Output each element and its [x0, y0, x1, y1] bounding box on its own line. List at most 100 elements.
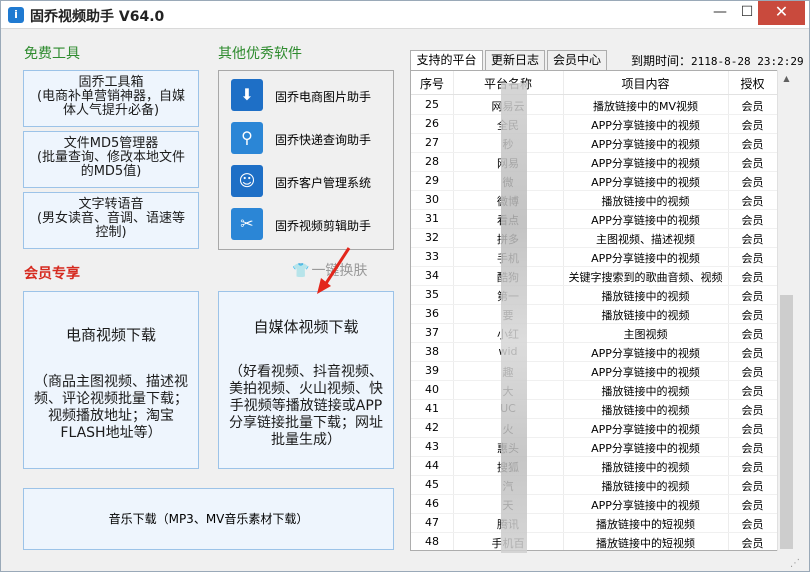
vip-heading: 会员专享: [24, 266, 80, 282]
toolbox-desc-line1: (电商补单营销神器，自媒: [36, 89, 186, 104]
cell-content: 关键字搜索到的歌曲音频、视频: [568, 271, 723, 284]
app-window: i 固乔视频助手 V64.0 — ☐ ✕ 免费工具 固乔工具箱 (电商补单营销神…: [0, 0, 810, 572]
cell-no: 31: [425, 212, 439, 225]
tab-changelog[interactable]: 更新日志: [485, 50, 545, 71]
table-row[interactable]: 43惠头APP分享链接中的视频会员: [411, 438, 777, 457]
express-icon: ⚲: [231, 122, 263, 154]
app-icon: i: [8, 7, 24, 23]
md5-manager-button[interactable]: 文件MD5管理器 (批量查询、修改本地文件 的MD5值): [23, 131, 199, 188]
table-row[interactable]: 36要播放链接中的视频会员: [411, 305, 777, 324]
cell-auth: 会员: [741, 290, 764, 303]
table-row[interactable]: 28网易APP分享链接中的视频会员: [411, 153, 777, 172]
soft-item-image-helper[interactable]: ⬇ 固乔电商图片助手: [231, 79, 391, 113]
cell-no: 32: [425, 231, 439, 244]
scroll-thumb[interactable]: [780, 295, 793, 549]
download-icon: ⬇: [231, 79, 263, 111]
table-scrollbar[interactable]: ▲: [777, 70, 795, 551]
table-row[interactable]: 37小红主图视频会员: [411, 324, 777, 343]
table-row[interactable]: 39趣APP分享链接中的视频会员: [411, 362, 777, 381]
cell-content: APP分享链接中的视频: [591, 442, 700, 455]
toolbox-button[interactable]: 固乔工具箱 (电商补单营销神器，自媒 体人气提升必备): [23, 70, 199, 127]
free-tools-heading: 免费工具: [24, 46, 80, 62]
cell-no: 25: [425, 98, 439, 111]
cell-auth: 会员: [741, 518, 764, 531]
resize-grip-icon[interactable]: ⋰: [790, 558, 800, 569]
cell-no: 47: [425, 516, 439, 529]
header-auth[interactable]: 授权: [728, 75, 777, 92]
cell-content: 主图视频、描述视频: [596, 233, 695, 246]
cell-auth: 会员: [741, 442, 764, 455]
header-no[interactable]: 序号: [411, 75, 453, 92]
red-arrow-annotation: [317, 247, 351, 294]
table-row[interactable]: 42火APP分享链接中的视频会员: [411, 419, 777, 438]
table-row[interactable]: 41UC播放链接中的视频会员: [411, 400, 777, 419]
cell-auth: 会员: [741, 271, 764, 284]
cell-no: 44: [425, 459, 439, 472]
ecommerce-title: 电商视频下载: [65, 326, 156, 344]
table-row[interactable]: 44搜狐播放链接中的视频会员: [411, 457, 777, 476]
media-video-download-button[interactable]: 自媒体视频下载 （好看视频、抖音视频、美拍视频、火山视频、快手视频等播放链接或A…: [218, 291, 394, 469]
table-row[interactable]: 48手机百播放链接中的短视频会员: [411, 533, 777, 550]
cell-no: 26: [425, 117, 439, 130]
music-download-button[interactable]: 音乐下载（MP3、MV音乐素材下载）: [23, 488, 394, 550]
cell-auth: 会员: [741, 366, 764, 379]
table-row[interactable]: 25网易云播放链接中的MV视频会员: [411, 96, 777, 115]
table-row[interactable]: 40大播放链接中的视频会员: [411, 381, 777, 400]
table-row[interactable]: 26全民APP分享链接中的视频会员: [411, 115, 777, 134]
cell-no: 27: [425, 136, 439, 149]
scroll-up-icon[interactable]: ▲: [778, 70, 795, 87]
header-content[interactable]: 项目内容: [563, 75, 728, 92]
cell-content: 播放链接中的视频: [601, 195, 690, 208]
table-row[interactable]: 38widAPP分享链接中的视频会员: [411, 343, 777, 362]
table-row[interactable]: 45汽播放链接中的视频会员: [411, 476, 777, 495]
ecommerce-video-download-button[interactable]: 电商视频下载 （商品主图视频、描述视频、评论视频批量下载；视频播放地址；淘宝FL…: [23, 291, 199, 469]
cell-auth: 会员: [741, 138, 764, 151]
soft-item-label: 固乔电商图片助手: [275, 90, 372, 104]
table-row[interactable]: 30微博播放链接中的视频会员: [411, 191, 777, 210]
cell-no: 29: [425, 174, 439, 187]
cell-auth: 会员: [741, 252, 764, 265]
cell-content: 播放链接中的视频: [601, 404, 690, 417]
cell-no: 41: [425, 402, 439, 415]
table-row[interactable]: 46天APP分享链接中的视频会员: [411, 495, 777, 514]
cell-auth: 会员: [741, 499, 764, 512]
cell-content: APP分享链接中的视频: [591, 499, 700, 512]
cell-auth: 会员: [741, 214, 764, 227]
table-row[interactable]: 32拼多主图视频、描述视频会员: [411, 229, 777, 248]
tab-member-center[interactable]: 会员中心: [547, 50, 607, 71]
table-row[interactable]: 35第一播放链接中的视频会员: [411, 286, 777, 305]
table-row[interactable]: 34酷狗关键字搜索到的歌曲音频、视频会员: [411, 267, 777, 286]
cell-content: 播放链接中的短视频: [596, 518, 695, 531]
table-row[interactable]: 33手机APP分享链接中的视频会员: [411, 248, 777, 267]
title-bar: i 固乔视频助手 V64.0 — ☐ ✕: [1, 1, 809, 29]
close-button[interactable]: ✕: [758, 1, 805, 25]
cell-no: 42: [425, 421, 439, 434]
table-row[interactable]: 27秒APP分享链接中的视频会员: [411, 134, 777, 153]
customer-icon: ☺: [231, 165, 263, 197]
tab-platforms[interactable]: 支持的平台: [410, 50, 483, 71]
md5-title: 文件MD5管理器: [63, 136, 159, 151]
md5-desc-line1: (批量查询、修改本地文件: [36, 150, 186, 165]
cell-content: 播放链接中的短视频: [596, 537, 695, 550]
soft-item-video-edit[interactable]: ✂ 固乔视频剪辑助手: [231, 208, 391, 242]
table-row[interactable]: 47腾讯播放链接中的短视频会员: [411, 514, 777, 533]
cell-content: 播放链接中的视频: [601, 385, 690, 398]
cell-auth: 会员: [741, 537, 764, 550]
cell-auth: 会员: [741, 119, 764, 132]
scissors-icon: ✂: [231, 208, 263, 240]
cell-no: 28: [425, 155, 439, 168]
expire-label: 到期时间：: [631, 54, 692, 68]
other-software-heading: 其他优秀软件: [218, 46, 302, 62]
cell-auth: 会员: [741, 157, 764, 170]
text-to-speech-button[interactable]: 文字转语音 (男女读音、音调、语速等 控制): [23, 192, 199, 249]
soft-item-express[interactable]: ⚲ 固乔快递查询助手: [231, 122, 391, 156]
cell-no: 43: [425, 440, 439, 453]
table-row[interactable]: 31看点APP分享链接中的视频会员: [411, 210, 777, 229]
tts-desc-line1: (男女读音、音调、语速等: [36, 211, 186, 226]
cell-content: APP分享链接中的视频: [591, 119, 700, 132]
soft-item-customer[interactable]: ☺ 固乔客户管理系统: [231, 165, 391, 199]
cell-auth: 会员: [741, 480, 764, 493]
table-row[interactable]: 29微APP分享链接中的视频会员: [411, 172, 777, 191]
media-title: 自媒体视频下载: [253, 318, 359, 336]
tts-title: 文字转语音: [78, 197, 144, 212]
